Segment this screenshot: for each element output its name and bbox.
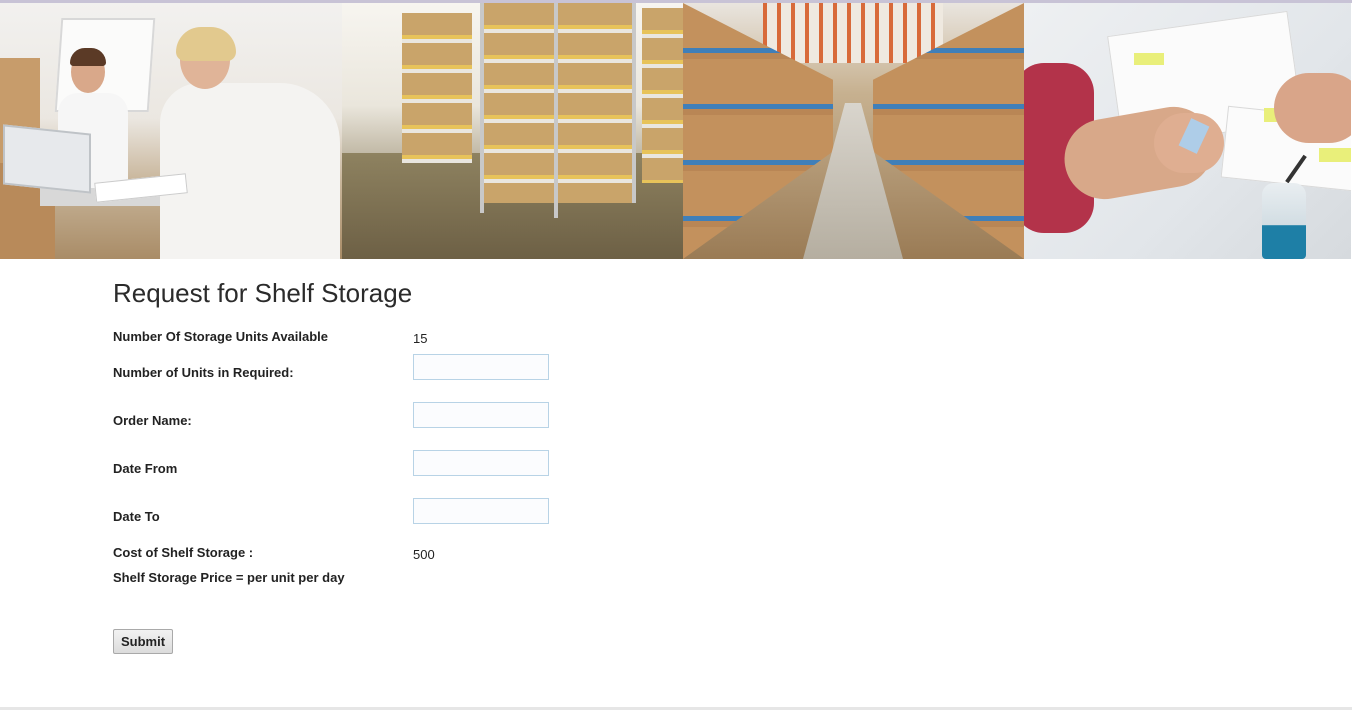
warehouse-shelves-image [342, 3, 683, 259]
header-banner [0, 3, 1352, 259]
date-from-input[interactable] [413, 450, 549, 476]
order-name-row: Order Name: [113, 402, 713, 432]
warehouse-aisle-image [683, 3, 1024, 259]
cost-label: Cost of Shelf Storage : [113, 545, 254, 560]
date-from-label: Date From [113, 461, 178, 476]
units-available-label: Number Of Storage Units Available [113, 329, 329, 344]
page-title: Request for Shelf Storage [113, 278, 413, 308]
desk-planning-image [1024, 3, 1351, 259]
office-team-image [0, 3, 342, 259]
order-name-label: Order Name: [113, 413, 192, 428]
order-name-input[interactable] [413, 402, 549, 428]
price-note: Shelf Storage Price = per unit per day [113, 570, 345, 585]
date-to-label: Date To [113, 509, 160, 524]
submit-button[interactable]: Submit [113, 629, 174, 654]
date-from-row: Date From [113, 450, 713, 480]
units-required-label: Number of Units in Required: [113, 365, 294, 380]
cost-value: 500 [413, 547, 435, 562]
units-available-value: 15 [413, 331, 428, 346]
price-note-row: Shelf Storage Price = per unit per day [113, 570, 713, 600]
units-required-input[interactable] [413, 354, 549, 380]
units-required-row: Number of Units in Required: [113, 354, 713, 384]
units-available-row: Number Of Storage Units Available 15 [113, 327, 713, 357]
date-to-row: Date To [113, 498, 713, 528]
date-to-input[interactable] [413, 498, 549, 524]
